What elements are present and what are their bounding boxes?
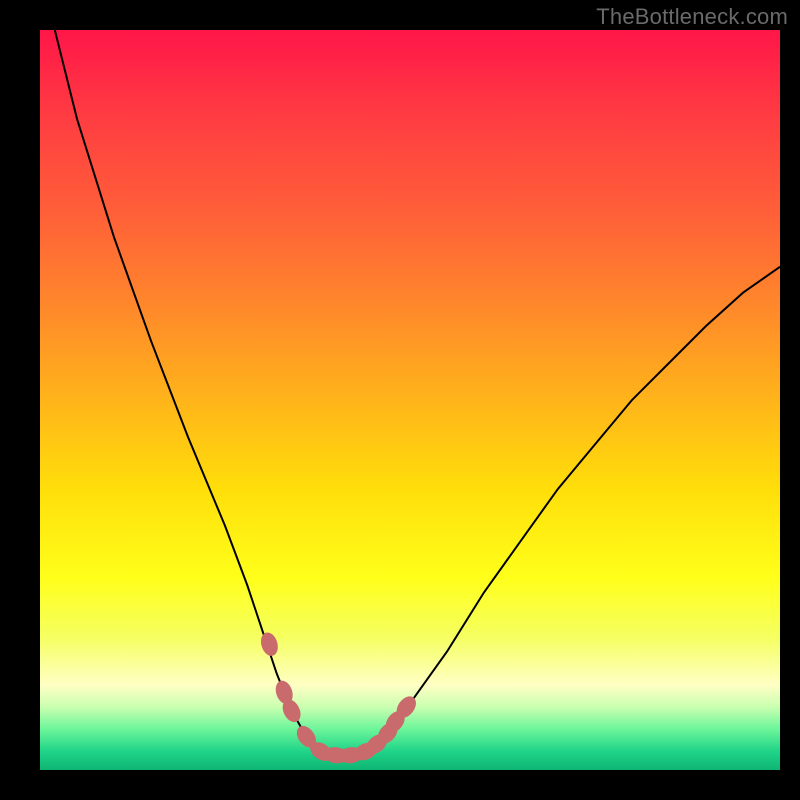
chart-frame: TheBottleneck.com	[0, 0, 800, 800]
curve-line	[55, 30, 780, 755]
bottleneck-curve	[40, 30, 780, 770]
watermark-text: TheBottleneck.com	[596, 4, 788, 30]
plot-area	[40, 30, 780, 770]
optimal-range-markers	[258, 630, 420, 764]
marker-dot	[258, 630, 280, 658]
